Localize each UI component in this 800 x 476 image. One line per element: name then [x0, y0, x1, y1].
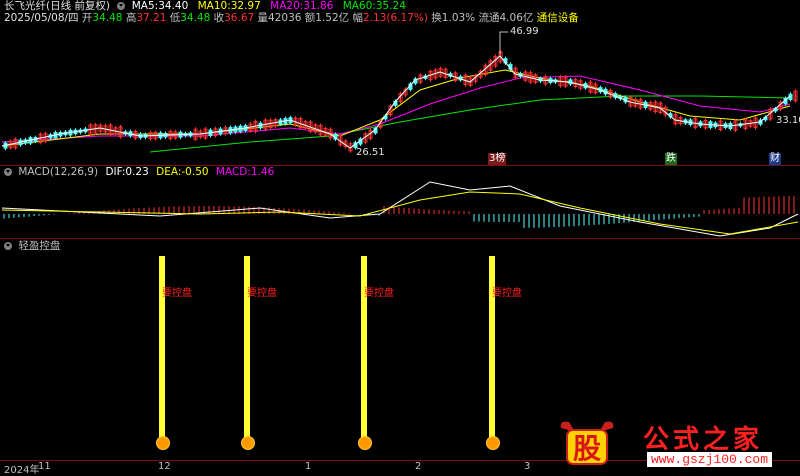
- settings-circle-icon[interactable]: [117, 2, 126, 10]
- watermark-url: www.gszj100.com: [647, 452, 773, 467]
- up-arrow-icon[interactable]: [156, 436, 170, 450]
- dea-line: [1, 191, 799, 235]
- axis-label-3: 3: [524, 461, 531, 472]
- ma10-label: MA10:: [197, 0, 231, 12]
- dif-line: [1, 181, 799, 237]
- event-tag-cai[interactable]: 财: [769, 153, 781, 165]
- turnover-value: 1.03%: [441, 12, 476, 24]
- watermark-stock-char: 股: [573, 432, 602, 465]
- panel-separator-2[interactable]: [0, 238, 800, 239]
- settings-circle-icon[interactable]: [4, 168, 12, 176]
- watermark-brand: 公式之家: [643, 425, 764, 455]
- high-value: 37.21: [136, 12, 167, 24]
- settings-circle-icon[interactable]: [4, 242, 12, 250]
- quote-row: 2025/05/08/四 开34.48 高37.21 低34.48 收36.67…: [4, 12, 579, 24]
- axis-label-1: 1: [305, 461, 312, 472]
- up-arrow-icon[interactable]: [241, 436, 255, 450]
- macd-chart[interactable]: [0, 178, 800, 238]
- macd-value: 1.46: [250, 166, 275, 178]
- vol-value: 42036: [268, 12, 302, 24]
- dea-value: -0.50: [181, 166, 209, 178]
- low-label: 低: [169, 12, 181, 24]
- float-label: 流通: [478, 12, 500, 24]
- open-label: 开: [81, 12, 93, 24]
- price-header: 长飞光纤(日线 前复权) MA5:34.40 MA10:32.97 MA20:3…: [4, 0, 406, 12]
- ma5-value: 34.40: [158, 0, 189, 12]
- dea-label: DEA:: [156, 166, 182, 178]
- ma60-label: MA60:: [342, 0, 376, 12]
- indicator-header: 轻盈控盘: [4, 240, 60, 252]
- low-price-label: 26.51: [356, 147, 385, 158]
- ma5-label: MA5:: [131, 0, 159, 12]
- axis-label-year: 2024年: [4, 465, 40, 476]
- ma20-value: 31.86: [303, 0, 334, 12]
- watermark-logo: 股 公式之家 www.gszj100.com: [555, 418, 800, 473]
- peak-pointer: [499, 31, 508, 54]
- axis-label-12: 12: [158, 461, 171, 472]
- signal-label: 要控盘: [492, 288, 522, 299]
- right-price-label: 33.10: [776, 115, 800, 126]
- change-label: 幅: [352, 12, 364, 24]
- amount-value: 1.52亿: [315, 12, 350, 24]
- up-arrow-icon[interactable]: [486, 436, 500, 450]
- turnover-label: 换: [431, 12, 442, 24]
- stock-title[interactable]: 长飞光纤(日线 前复权): [4, 0, 110, 12]
- open-value: 34.48: [92, 12, 123, 24]
- vol-label: 量: [257, 12, 269, 24]
- macd-label: MACD:: [215, 166, 251, 178]
- dif-label: DIF:: [105, 166, 126, 178]
- signal-label: 要控盘: [162, 288, 192, 299]
- up-arrow-icon[interactable]: [358, 436, 372, 450]
- macd-header: MACD(12,26,9) DIF:0.23 DEA:-0.50 MACD:1.…: [4, 166, 274, 178]
- ma10-value: 32.97: [230, 0, 261, 12]
- ma60-value: 35.24: [375, 0, 406, 12]
- amount-label: 额: [304, 12, 316, 24]
- price-chart[interactable]: [0, 24, 800, 166]
- float-value: 4.06亿: [499, 12, 534, 24]
- axis-label-2: 2: [415, 461, 422, 472]
- change-value: 2.13(6.17%): [363, 12, 428, 24]
- event-tag-3bang[interactable]: 3榜: [488, 153, 507, 165]
- ma20-label: MA20:: [270, 0, 304, 12]
- quote-date: 2025/05/08/四: [4, 12, 79, 24]
- close-label: 收: [213, 12, 225, 24]
- low-value: 34.48: [180, 12, 211, 24]
- close-value: 36.67: [224, 12, 255, 24]
- signal-label: 要控盘: [247, 288, 277, 299]
- dif-value: 0.23: [125, 166, 149, 178]
- macd-name[interactable]: MACD(12,26,9): [18, 166, 98, 178]
- high-label: 高: [125, 12, 137, 24]
- indicator-name[interactable]: 轻盈控盘: [18, 240, 60, 252]
- signal-label: 要控盘: [364, 288, 394, 299]
- sector-label[interactable]: 通信设备: [537, 12, 579, 24]
- axis-label-11: 11: [38, 461, 51, 472]
- peak-price-label: 46.99: [510, 26, 539, 37]
- event-tag-die[interactable]: 跌: [665, 153, 677, 165]
